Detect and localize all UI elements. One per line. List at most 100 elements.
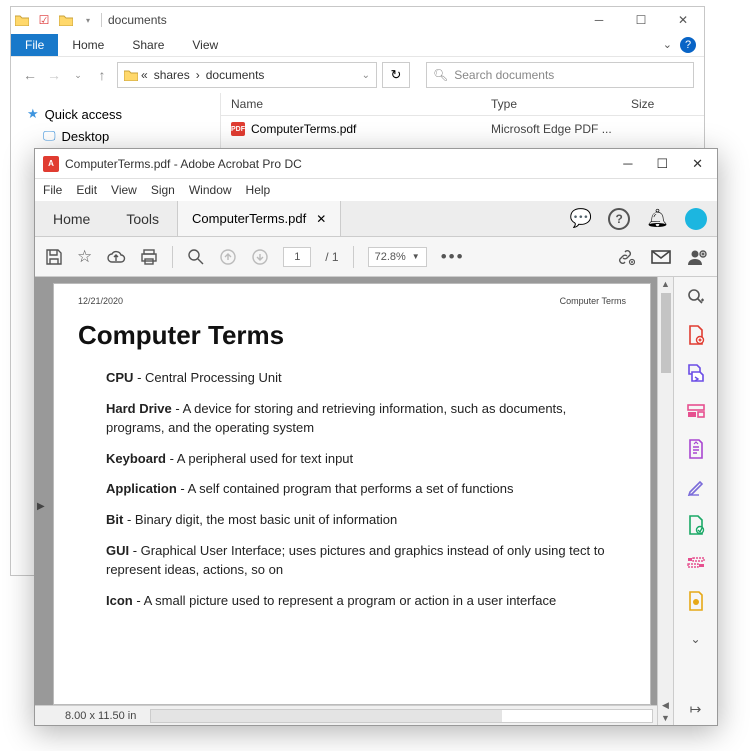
forward-button[interactable]: → xyxy=(45,67,63,83)
address-bar[interactable]: « shares › documents ⌄ xyxy=(117,62,377,88)
file-row[interactable]: PDF ComputerTerms.pdf Microsoft Edge PDF… xyxy=(221,116,704,142)
chevron-down-icon[interactable]: ⌄ xyxy=(686,629,706,649)
quick-access-item[interactable]: ★ Quick access xyxy=(19,103,212,125)
more-icon[interactable]: ••• xyxy=(441,247,465,267)
page-total: / 1 xyxy=(325,250,338,264)
pdf-icon: PDF xyxy=(231,122,245,136)
def-row: GUI - Graphical User Interface; uses pic… xyxy=(106,542,626,580)
acrobat-app-icon: A xyxy=(43,156,59,172)
desktop-item[interactable]: 🖵 Desktop xyxy=(19,125,212,147)
edit-pdf-icon[interactable] xyxy=(686,401,706,421)
menu-help[interactable]: Help xyxy=(246,183,271,197)
dropdown-icon: ▼ xyxy=(412,252,420,261)
view-tab[interactable]: View xyxy=(178,34,232,56)
share-tab[interactable]: Share xyxy=(118,34,178,56)
page-dimensions: 8.00 x 11.50 in xyxy=(35,710,150,722)
refresh-button[interactable]: ↻ xyxy=(382,62,410,88)
redact-icon[interactable] xyxy=(686,553,706,573)
right-tool-panel: ⌄ ↦ xyxy=(673,277,717,725)
page-down-icon[interactable] xyxy=(251,248,269,266)
organize-icon[interactable] xyxy=(686,439,706,459)
star-icon: ★ xyxy=(27,106,39,122)
print-icon[interactable] xyxy=(140,248,158,266)
search-box[interactable]: 🔍︎ Search documents xyxy=(426,62,694,88)
acrobat-titlebar[interactable]: A ComputerTerms.pdf - Adobe Acrobat Pro … xyxy=(35,149,717,179)
export-pdf-icon[interactable] xyxy=(686,363,706,383)
minimize-button[interactable]: ─ xyxy=(578,7,620,33)
pdf-page[interactable]: 12/21/2020 Computer Terms Computer Terms… xyxy=(53,283,651,705)
recent-locations-icon[interactable]: ⌄ xyxy=(69,70,87,81)
comment-icon[interactable]: 💬 xyxy=(570,208,592,229)
quick-access-checked-icon[interactable]: ☑ xyxy=(33,9,55,31)
home-tab[interactable]: Home xyxy=(58,34,118,56)
quick-access-down-icon[interactable]: ▾ xyxy=(77,9,99,31)
folder-small-icon xyxy=(55,9,77,31)
page-up-icon[interactable] xyxy=(219,248,237,266)
help-icon[interactable]: ? xyxy=(608,208,630,230)
up-button[interactable]: ↑ xyxy=(93,67,111,83)
menu-sign[interactable]: Sign xyxy=(151,183,175,197)
share-link-icon[interactable] xyxy=(615,248,635,266)
def-row: Icon - A small picture used to represent… xyxy=(106,592,626,611)
add-person-icon[interactable] xyxy=(687,248,707,266)
menu-edit[interactable]: Edit xyxy=(76,183,97,197)
crumb-shares[interactable]: shares xyxy=(154,68,190,82)
document-tab[interactable]: ComputerTerms.pdf ✕ xyxy=(177,201,341,236)
back-button[interactable]: ← xyxy=(21,67,39,83)
close-button[interactable]: ✕ xyxy=(692,156,703,172)
breadcrumb-sep: « xyxy=(141,68,148,82)
minimize-button[interactable]: ─ xyxy=(623,156,632,172)
sign-icon[interactable] xyxy=(686,477,706,497)
save-icon[interactable] xyxy=(45,248,63,266)
horizontal-scrollbar[interactable] xyxy=(150,709,653,723)
home-tab[interactable]: Home xyxy=(35,201,108,236)
maximize-button[interactable]: ☐ xyxy=(620,7,662,33)
menu-file[interactable]: File xyxy=(43,183,62,197)
share-pdf-icon[interactable] xyxy=(686,515,706,535)
def-row: Application - A self contained program t… xyxy=(106,480,626,499)
page-number-input[interactable]: 1 xyxy=(283,247,311,267)
star-icon[interactable]: ☆ xyxy=(77,247,92,267)
zoom-value: 72.8% xyxy=(375,251,406,263)
vertical-scrollbar[interactable]: ▲ ◀ ▼ xyxy=(657,277,673,725)
col-name[interactable]: Name xyxy=(221,97,491,111)
expand-left-panel-icon[interactable]: ▶ xyxy=(37,501,45,512)
expand-ribbon-icon[interactable]: ⌄ xyxy=(663,38,672,51)
doc-header: Computer Terms xyxy=(560,296,626,306)
acrobat-title: ComputerTerms.pdf - Adobe Acrobat Pro DC xyxy=(65,157,302,171)
cloud-icon[interactable] xyxy=(106,249,126,265)
menu-window[interactable]: Window xyxy=(189,183,232,197)
bell-icon[interactable]: 🔔︎ xyxy=(646,208,669,229)
breadcrumb-sep: › xyxy=(196,68,200,82)
crumb-documents[interactable]: documents xyxy=(206,68,265,82)
explorer-title: documents xyxy=(108,13,167,27)
close-button[interactable]: ✕ xyxy=(662,7,704,33)
close-tab-icon[interactable]: ✕ xyxy=(316,212,326,226)
file-tab[interactable]: File xyxy=(11,34,58,56)
desktop-icon: 🖵 xyxy=(43,128,56,144)
help-icon[interactable]: ? xyxy=(680,37,696,53)
col-size[interactable]: Size xyxy=(631,97,691,111)
def-row: Keyboard - A peripheral used for text in… xyxy=(106,450,626,469)
search-icon: 🔍︎ xyxy=(433,68,448,82)
protect-icon[interactable] xyxy=(686,591,706,611)
search-placeholder: Search documents xyxy=(454,68,554,82)
menu-view[interactable]: View xyxy=(111,183,137,197)
email-icon[interactable] xyxy=(651,249,671,265)
file-name: ComputerTerms.pdf xyxy=(251,122,356,136)
create-pdf-icon[interactable] xyxy=(686,325,706,345)
explorer-titlebar[interactable]: ☑ ▾ documents ─ ☐ ✕ xyxy=(11,7,704,33)
zoom-icon[interactable] xyxy=(187,248,205,266)
address-dropdown-icon[interactable]: ⌄ xyxy=(362,70,370,81)
user-avatar[interactable] xyxy=(685,208,707,230)
col-type[interactable]: Type xyxy=(491,97,631,111)
tools-tab[interactable]: Tools xyxy=(108,201,177,236)
doc-date: 12/21/2020 xyxy=(78,296,123,306)
def-row: Bit - Binary digit, the most basic unit … xyxy=(106,511,626,530)
collapse-panel-icon[interactable]: ↦ xyxy=(686,699,706,719)
maximize-button[interactable]: ☐ xyxy=(656,156,668,172)
zoom-dropdown[interactable]: 72.8% ▼ xyxy=(368,247,427,267)
acrobat-menubar: File Edit View Sign Window Help xyxy=(35,179,717,201)
doc-heading: Computer Terms xyxy=(78,320,626,351)
search-tool-icon[interactable] xyxy=(686,287,706,307)
